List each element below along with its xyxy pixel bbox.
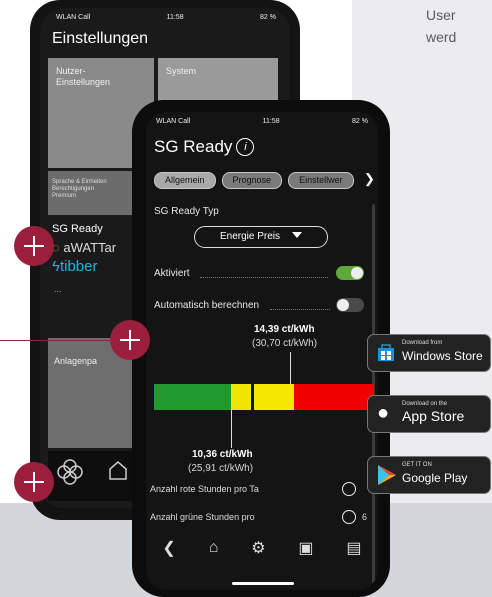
google-play-icon: [378, 465, 396, 485]
status-time: 11:58: [262, 118, 280, 125]
aktiviert-label: Aktiviert: [154, 268, 190, 279]
hotspot-plus-button[interactable]: [14, 226, 54, 266]
status-battery: 82 %: [352, 118, 368, 125]
toggle-knob: [351, 267, 363, 279]
price-bar-segment: [231, 384, 251, 410]
sg-ready-label[interactable]: SG Ready: [52, 223, 103, 235]
price-low: 10,36 ct/kWh: [192, 449, 253, 460]
more-dots: ...: [54, 284, 62, 294]
row-green-hours: Anzahl grüne Stunden pro: [150, 512, 255, 522]
price-high-sub: (30,70 ct/kWh): [252, 338, 318, 349]
badge-big-text: Windows Store: [402, 349, 483, 363]
home-icon[interactable]: ⌂: [209, 539, 219, 557]
price-bar-segment: [154, 384, 231, 410]
home-icon: [109, 461, 127, 480]
awattar-logo[interactable]: ◌ aWATTar: [52, 240, 116, 255]
awattar-text: aWATTar: [63, 240, 117, 255]
info-icon[interactable]: i: [236, 138, 255, 156]
flower-icon: [57, 459, 83, 485]
gear-icon[interactable]: ⚙: [251, 538, 265, 558]
divider: [200, 277, 328, 278]
status-time: 11:58: [166, 14, 184, 21]
hotspot-plus-button[interactable]: [110, 320, 150, 360]
status-carrier: WLAN Call: [56, 14, 91, 21]
row-green-value: 6: [362, 512, 368, 522]
price-bar: [154, 384, 374, 410]
price-high: 14,39 ct/kWh: [254, 324, 315, 335]
tibber-text: tibber: [59, 258, 98, 275]
status-battery: 82 %: [260, 14, 276, 21]
badge-small-text: GET IT ON: [402, 462, 432, 468]
toggle-knob: [337, 299, 349, 311]
windows-store-icon: [378, 344, 394, 361]
tab-allgemein[interactable]: Allgemein: [154, 172, 216, 189]
divider: [270, 309, 330, 310]
price-low-sub: (25,91 ct/kWh): [188, 463, 254, 474]
auto-toggle[interactable]: [336, 298, 364, 312]
home-indicator: [232, 582, 294, 585]
auto-label: Automatisch berechnen: [154, 300, 260, 311]
hotspot-plus-button[interactable]: [14, 462, 54, 502]
chevron-right-icon[interactable]: ❯: [364, 171, 375, 187]
back-icon[interactable]: ❮: [162, 538, 175, 558]
hotspot-connector: [0, 340, 110, 341]
tile-label: System: [166, 66, 197, 76]
chevron-down-icon: [292, 232, 303, 238]
badge-big-text: Google Play: [402, 471, 468, 485]
tile-label: Anlagenpa: [54, 356, 98, 366]
badge-small-text: Download on the: [402, 401, 448, 407]
apple-icon: ●: [377, 402, 390, 424]
edit-icon[interactable]: [342, 482, 356, 496]
tile-label: Sprache & Einheiten Berechtigungen Premi…: [52, 179, 107, 199]
page-title-text: SG Ready: [154, 137, 233, 156]
tile-label: Nutzer- Einstellungen: [56, 66, 111, 87]
badge-small-text: Download from: [402, 340, 443, 346]
tibber-logo[interactable]: ϟtibber: [52, 258, 97, 275]
status-bar: WLAN Call 11:58 82 %: [156, 118, 368, 125]
monitor-icon[interactable]: ▣: [298, 538, 313, 558]
price-bar-segment: [254, 384, 294, 410]
row-red-hours: Anzahl rote Stunden pro Ta: [150, 484, 259, 494]
badge-big-text: App Store: [402, 408, 465, 424]
intro-line-1: User: [426, 7, 456, 23]
intro-line-2: werd: [426, 29, 457, 45]
price-bar-segment: [293, 384, 374, 410]
aktiviert-toggle[interactable]: [336, 266, 364, 280]
sg-typ-label: SG Ready Typ: [154, 206, 219, 217]
page-title: Einstellungen: [52, 30, 149, 47]
status-carrier: WLAN Call: [156, 118, 191, 125]
sg-typ-select[interactable]: Energie Preis: [194, 226, 328, 248]
page-title: SG Ready i: [154, 137, 255, 157]
edit-icon[interactable]: [342, 510, 356, 524]
front-phone-screen: WLAN Call 11:58 82 % SG Ready i Allgemein…: [146, 112, 378, 590]
tab-einstellwerte[interactable]: Einstellwer: [288, 172, 354, 189]
google-play-badge[interactable]: GET IT ON Google Play: [367, 456, 491, 494]
intro-text: User werd: [426, 4, 456, 48]
high-marker: [290, 352, 292, 384]
toolbox-icon[interactable]: ▤: [346, 538, 361, 558]
bottom-nav: ❮ ⌂ ⚙ ▣ ▤: [146, 527, 378, 569]
low-marker: [231, 410, 232, 448]
select-value: Energie Preis: [219, 231, 281, 242]
windows-store-badge[interactable]: Download from Windows Store: [367, 334, 491, 372]
status-bar: WLAN Call 11:58 82 %: [56, 14, 276, 21]
app-store-badge[interactable]: ● Download on the App Store: [367, 395, 491, 433]
tab-bar: Allgemein Prognose Einstellwer: [154, 172, 354, 189]
tab-prognose[interactable]: Prognose: [221, 172, 283, 189]
